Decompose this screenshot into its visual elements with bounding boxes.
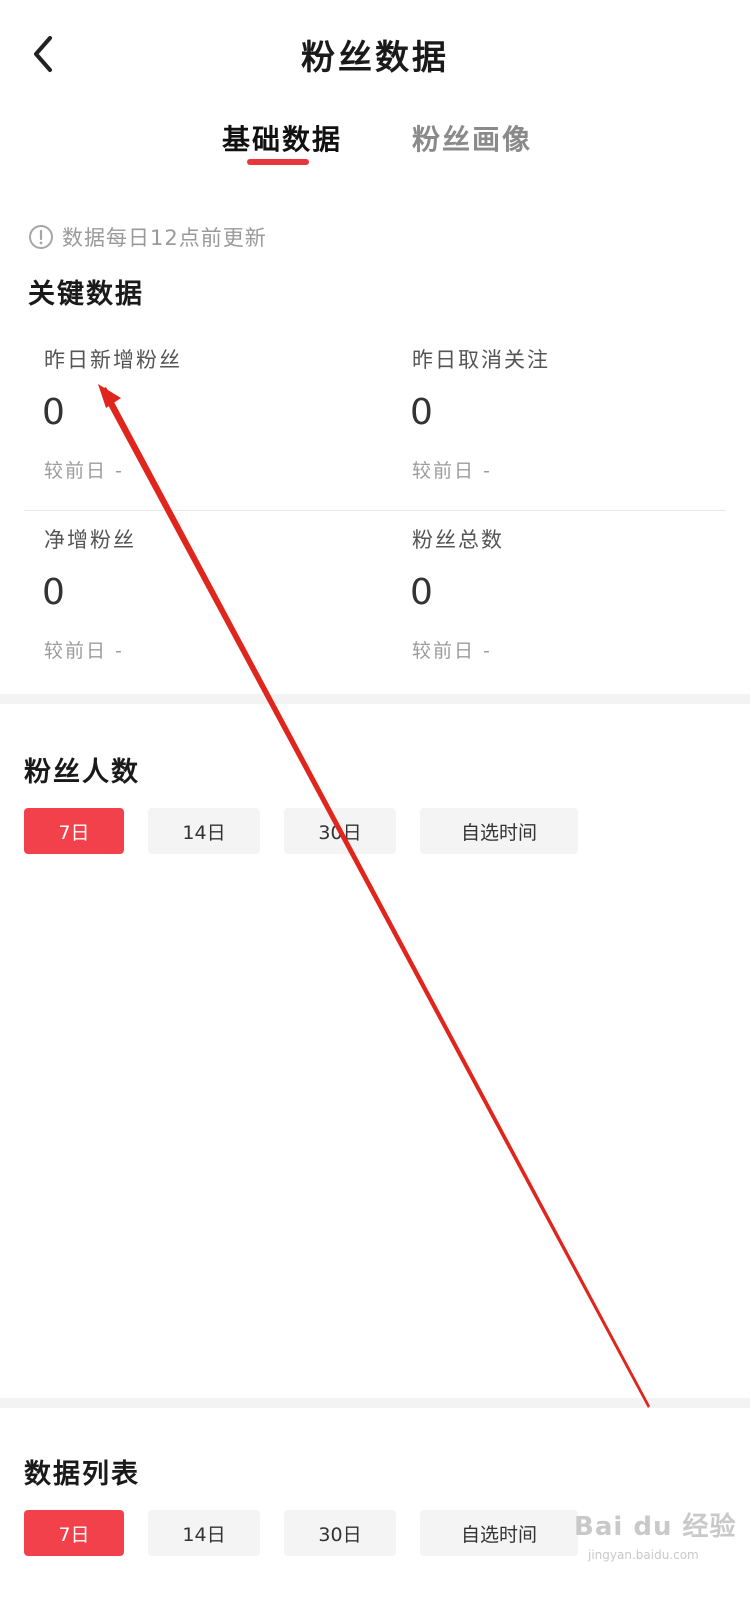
metric-compare-new-fans: 较前日 -	[44, 460, 124, 482]
metric-value-total-fans: 0	[410, 572, 433, 613]
metric-label-net-fans: 净增粉丝	[44, 528, 136, 552]
metric-value-new-fans: 0	[42, 392, 65, 433]
watermark: Bai du 经验	[574, 1512, 737, 1542]
tab-fan-portrait[interactable]: 粉丝画像	[412, 118, 532, 158]
fan-count-chart-area	[0, 870, 750, 1396]
page-title: 粉丝数据	[301, 38, 449, 78]
key-data-title: 关键数据	[28, 279, 144, 310]
metric-value-net-fans: 0	[42, 572, 65, 613]
section-separator	[0, 694, 750, 704]
metric-label-new-fans: 昨日新增粉丝	[44, 348, 182, 372]
fan-count-title: 粉丝人数	[24, 757, 140, 788]
tab-basic-data[interactable]: 基础数据	[222, 118, 342, 158]
data-list-filter-7d[interactable]: 7日	[24, 1510, 124, 1556]
data-list-filter-custom[interactable]: 自选时间	[420, 1510, 578, 1556]
metric-value-unfollows: 0	[410, 392, 433, 433]
metric-compare-total-fans: 较前日 -	[412, 640, 492, 662]
metric-compare-unfollows: 较前日 -	[412, 460, 492, 482]
update-notice: 数据每日12点前更新	[62, 226, 267, 250]
metric-compare-net-fans: 较前日 -	[44, 640, 124, 662]
metric-label-total-fans: 粉丝总数	[412, 528, 504, 552]
info-icon	[29, 225, 53, 249]
data-list-filter-30d[interactable]: 30日	[284, 1510, 396, 1556]
active-tab-indicator	[247, 159, 309, 165]
metric-label-unfollows: 昨日取消关注	[412, 348, 550, 372]
metrics-divider	[24, 510, 726, 511]
fan-count-filter-custom[interactable]: 自选时间	[420, 808, 578, 854]
data-list-title: 数据列表	[24, 1459, 140, 1490]
data-list-filter-14d[interactable]: 14日	[148, 1510, 260, 1556]
watermark-url: jingyan.baidu.com	[588, 1548, 699, 1562]
fan-count-filter-14d[interactable]: 14日	[148, 808, 260, 854]
fan-count-filter-30d[interactable]: 30日	[284, 808, 396, 854]
section-separator	[0, 1398, 750, 1408]
fan-count-filter-7d[interactable]: 7日	[24, 808, 124, 854]
